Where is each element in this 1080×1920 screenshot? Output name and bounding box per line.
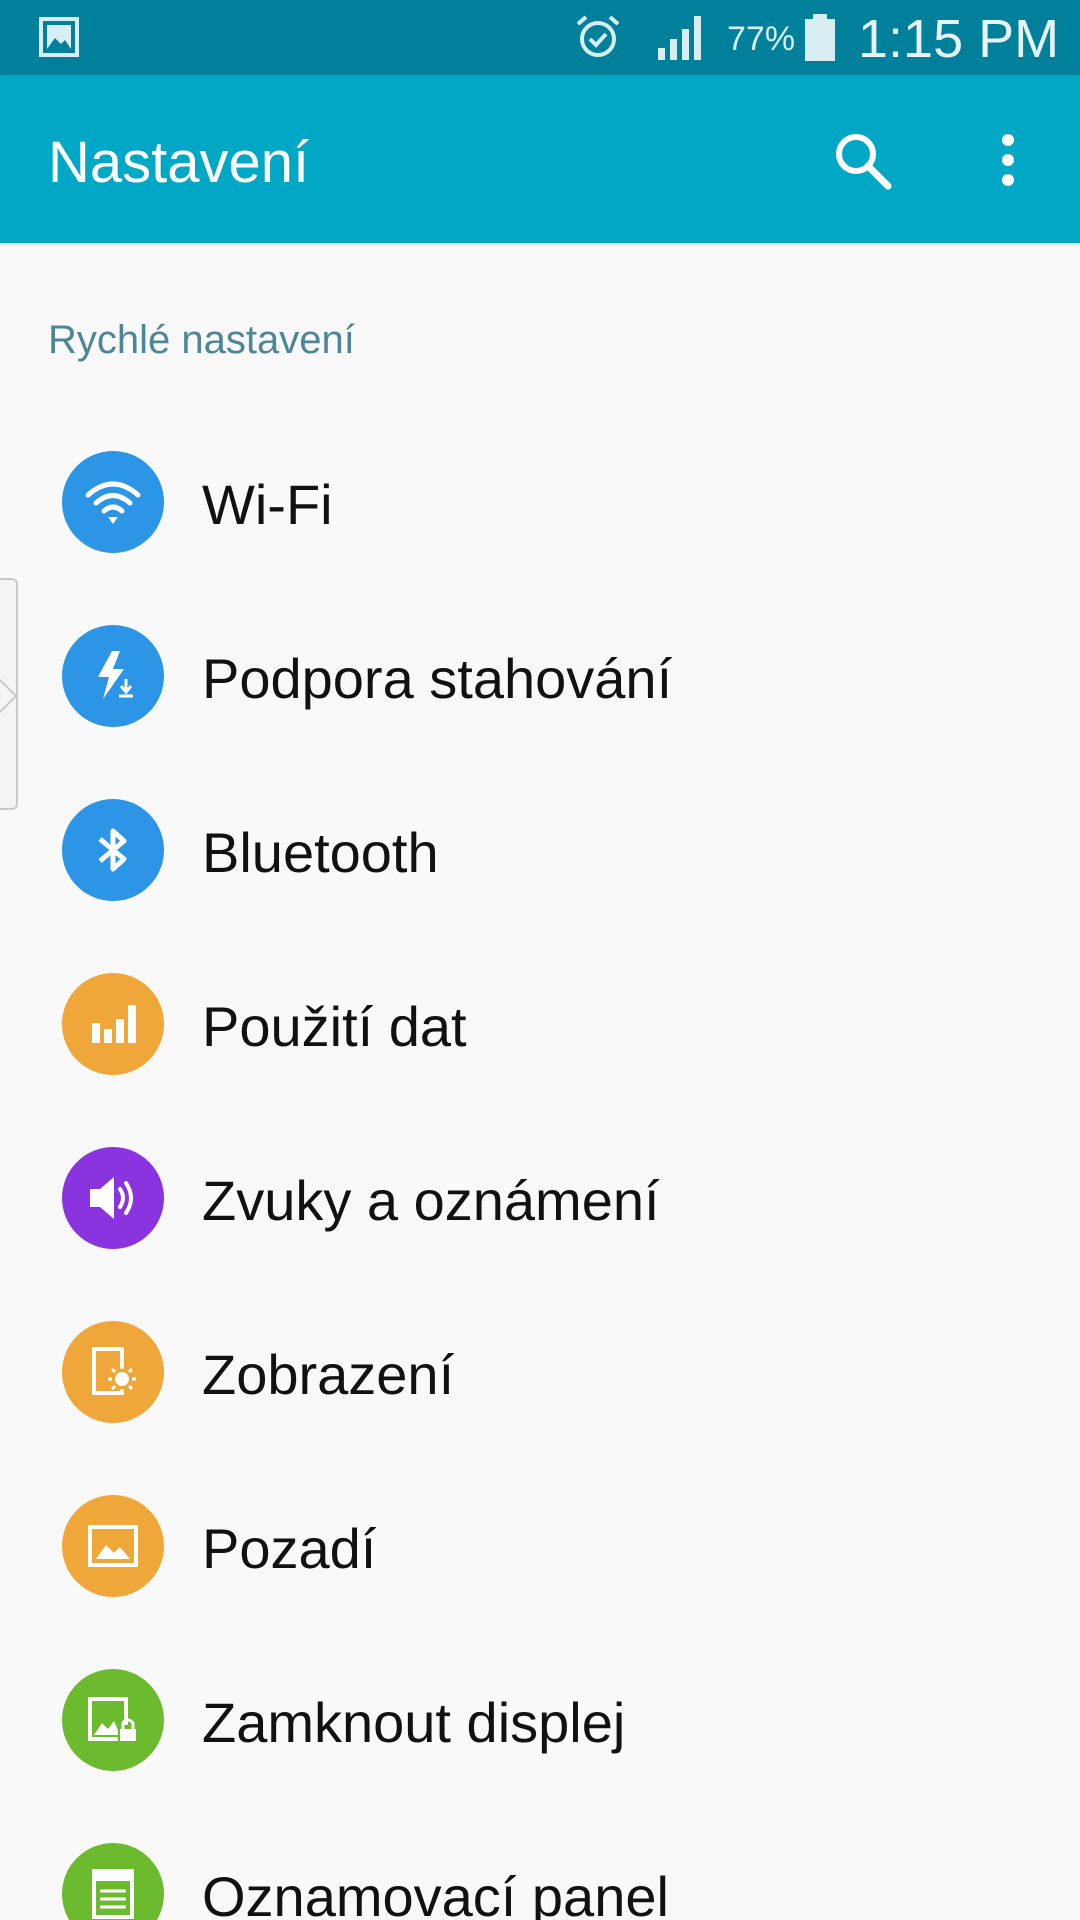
settings-item-label: Zobrazení — [202, 1343, 455, 1406]
settings-item-label: Zamknout displej — [202, 1691, 626, 1754]
settings-item-notification-panel[interactable]: Oznamovací panel — [0, 1807, 1080, 1920]
clock: 1:15 PM — [858, 9, 1060, 69]
app-bar: Nastavení — [0, 75, 1080, 243]
section-header: Rychlé nastavení — [48, 318, 355, 362]
settings-item-label: Wi-Fi — [202, 473, 333, 536]
page-title: Nastavení — [48, 130, 310, 195]
settings-item-label: Podpora stahování — [202, 647, 673, 710]
settings-item-sound[interactable]: Zvuky a oznámení — [0, 1111, 1080, 1285]
settings-item-label: Oznamovací panel — [202, 1865, 669, 1920]
settings-item-wallpaper[interactable]: Pozadí — [0, 1459, 1080, 1633]
settings-item-label: Bluetooth — [202, 821, 439, 884]
settings-item-download-booster[interactable]: Podpora stahování — [0, 589, 1080, 763]
wallpaper-icon — [62, 1495, 164, 1597]
notification-panel-icon — [62, 1843, 164, 1920]
data-usage-icon — [62, 973, 164, 1075]
settings-item-label: Pozadí — [202, 1517, 377, 1580]
lock-screen-icon — [62, 1669, 164, 1771]
settings-item-wifi[interactable]: Wi-Fi — [0, 415, 1080, 589]
signal-icon — [658, 16, 701, 60]
status-bar: 77% 1:15 PM — [0, 0, 1080, 75]
more-vert-icon[interactable] — [978, 126, 1038, 194]
settings-item-bluetooth[interactable]: Bluetooth — [0, 763, 1080, 937]
battery-percent: 77% — [727, 20, 796, 58]
sound-icon — [62, 1147, 164, 1249]
alarm-icon — [576, 15, 620, 57]
settings-item-label: Zvuky a oznámení — [202, 1169, 660, 1232]
bluetooth-icon — [62, 799, 164, 901]
display-icon — [62, 1321, 164, 1423]
settings-item-lock-screen[interactable]: Zamknout displej — [0, 1633, 1080, 1807]
settings-item-data-usage[interactable]: Použití dat — [0, 937, 1080, 1111]
settings-item-display[interactable]: Zobrazení — [0, 1285, 1080, 1459]
battery-icon — [805, 14, 835, 61]
download-booster-icon — [62, 625, 164, 727]
wifi-icon — [62, 451, 164, 553]
search-icon[interactable] — [828, 126, 896, 194]
gallery-icon — [39, 17, 79, 57]
settings-item-label: Použití dat — [202, 995, 467, 1058]
